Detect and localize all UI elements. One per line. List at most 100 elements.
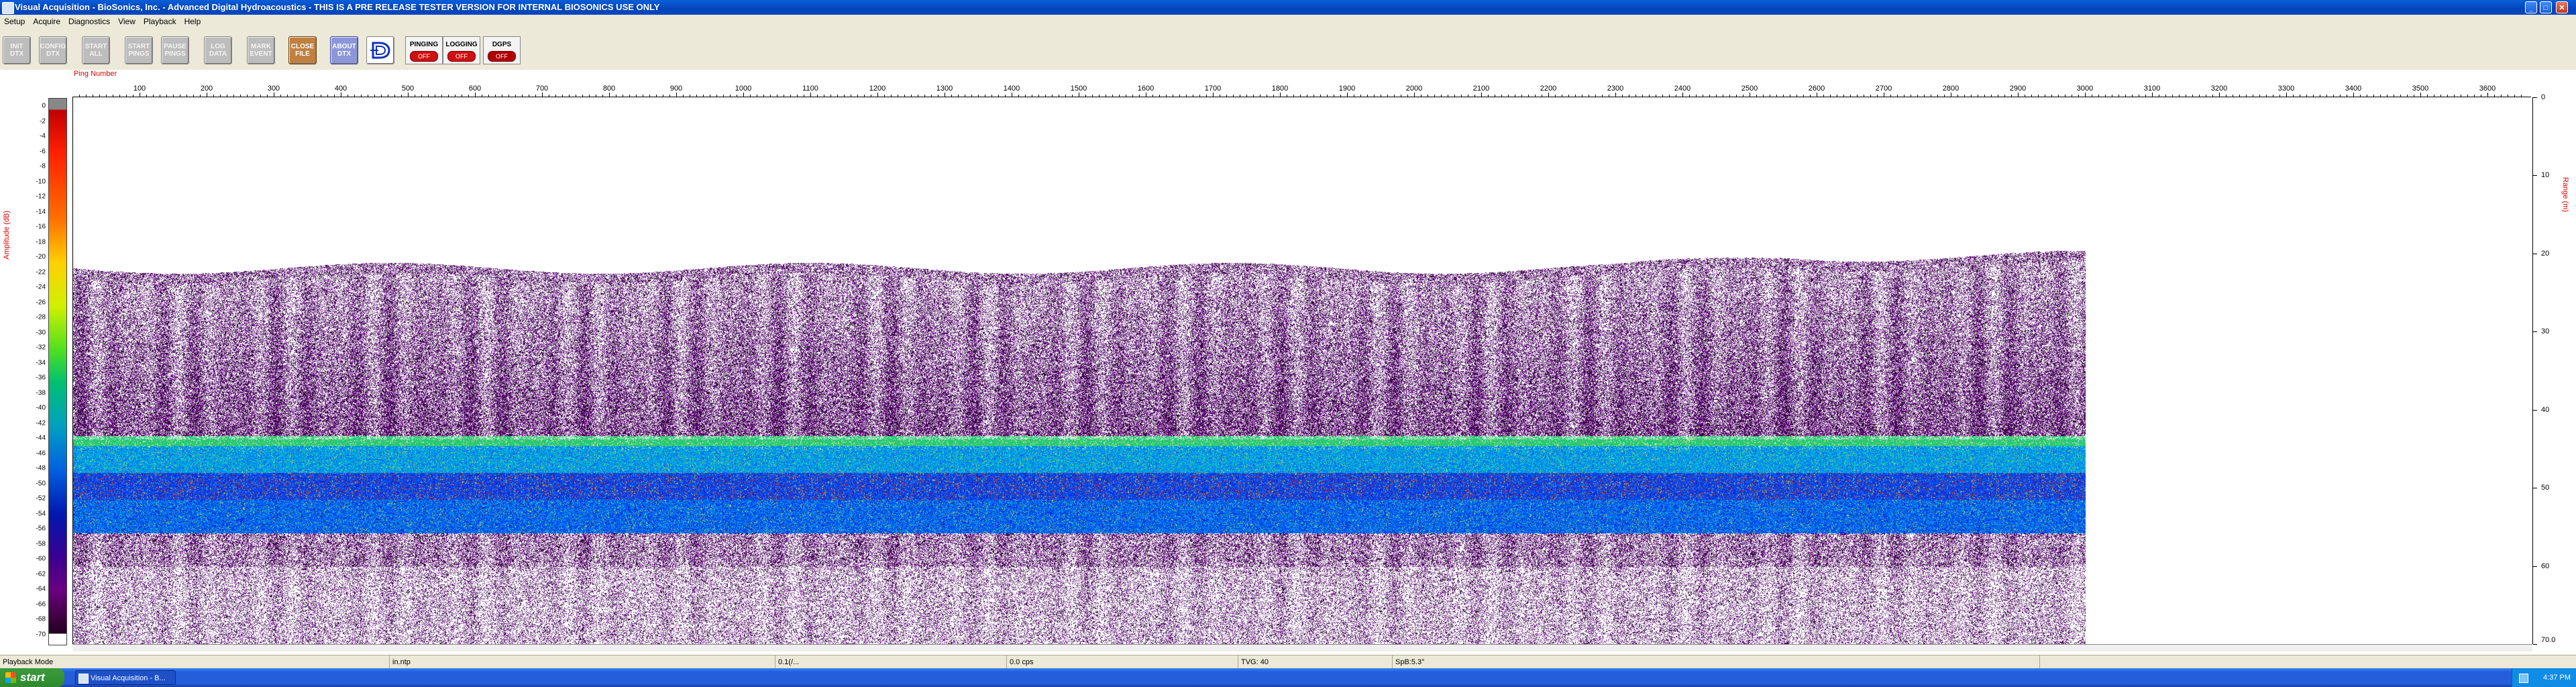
echogram-display[interactable]: [72, 97, 2532, 644]
menu-view[interactable]: View: [114, 15, 140, 28]
menu-acquire[interactable]: Acquire: [29, 15, 64, 28]
ping-minor-tick: [2373, 95, 2374, 97]
ping-minor-tick: [1535, 95, 1536, 97]
ping-minor-tick: [978, 95, 979, 97]
ping-minor-tick: [1984, 95, 1985, 97]
ping-minor-tick: [730, 95, 731, 97]
status-tvg: TVG: 40: [1238, 655, 1269, 669]
menu-playback[interactable]: Playback: [140, 15, 180, 28]
menu-setup[interactable]: Setup: [0, 15, 29, 28]
config-dtx-button[interactable]: CONFIG DTX: [39, 36, 67, 64]
network-icon[interactable]: [2519, 674, 2528, 683]
ping-minor-tick: [381, 95, 382, 97]
ping-minor-tick: [1830, 95, 1831, 97]
range-tick-label: 60: [2541, 562, 2550, 570]
start-pings-button[interactable]: START PINGS: [125, 36, 153, 64]
amplitude-tick-label: -68: [36, 615, 46, 623]
ping-minor-tick: [958, 95, 959, 97]
ping-minor-tick: [86, 95, 87, 97]
close-button[interactable]: ✕: [2556, 1, 2568, 13]
ping-minor-tick: [2266, 95, 2267, 97]
biosonics-logo-icon[interactable]: [366, 36, 394, 64]
ping-minor-tick: [2360, 95, 2361, 97]
biosonics-logo-svg: [370, 42, 390, 59]
amplitude-tick-label: -2: [40, 117, 46, 125]
range-tick-label: 50: [2541, 484, 2550, 492]
status-mode: Playback Mode: [3, 658, 54, 666]
ping-minor-tick: [2011, 95, 2012, 97]
log-data-button[interactable]: LOG DATA: [204, 36, 232, 64]
mark-event-button[interactable]: MARK EVENT: [247, 36, 275, 64]
ping-minor-tick: [877, 95, 878, 97]
ping-minor-tick: [1803, 95, 1804, 97]
ping-minor-tick: [2306, 95, 2307, 97]
init-dtx-button[interactable]: INIT DTX: [3, 36, 31, 64]
ping-minor-tick: [790, 95, 791, 97]
about-dtx-button[interactable]: ABOUT DTX: [330, 36, 358, 64]
ping-minor-tick: [924, 95, 925, 97]
ping-minor-tick: [1394, 95, 1395, 97]
ping-minor-tick: [1072, 95, 1073, 97]
ping-minor-tick: [2494, 95, 2495, 97]
pinging-status: PINGING OFF: [405, 36, 443, 64]
ping-tick-label: 2300: [1607, 85, 1624, 93]
start-all-button[interactable]: START ALL: [82, 36, 110, 64]
ping-minor-tick: [2004, 95, 2005, 97]
ping-minor-tick: [468, 95, 469, 97]
app-icon: [78, 674, 89, 684]
ping-tick-label: 1400: [1003, 85, 1020, 93]
ping-minor-tick: [186, 95, 187, 97]
ping-tick-label: 900: [669, 85, 683, 93]
ping-minor-tick: [173, 95, 174, 97]
ping-minor-tick: [2118, 95, 2119, 97]
ping-minor-tick: [1414, 95, 1415, 97]
ping-minor-tick: [1159, 95, 1160, 97]
ping-minor-tick: [1045, 95, 1046, 97]
close-file-button[interactable]: CLOSE FILE: [288, 36, 317, 64]
menu-diagnostics[interactable]: Diagnostics: [64, 15, 114, 28]
ping-minor-tick: [1937, 95, 1938, 97]
ping-minor-tick: [797, 95, 798, 97]
maximize-button[interactable]: □: [2540, 1, 2552, 13]
ping-tick-label: 3400: [2345, 85, 2362, 93]
ping-minor-tick: [2521, 95, 2522, 97]
minimize-button[interactable]: _: [2525, 1, 2537, 13]
ping-minor-tick: [2239, 95, 2240, 97]
ping-tick-label: 700: [535, 85, 549, 93]
start-button[interactable]: start: [0, 668, 64, 687]
logging-status: LOGGING OFF: [443, 36, 480, 64]
taskbar-item-visual-acquisition[interactable]: Visual Acquisition - B...: [75, 670, 176, 685]
ping-minor-tick: [1199, 95, 1200, 97]
horizontal-scrollbar[interactable]: [72, 644, 2532, 651]
ping-minor-tick: [2192, 95, 2193, 97]
ping-minor-tick: [347, 95, 348, 97]
clock: 4:37 PM: [2543, 674, 2571, 682]
ping-minor-tick: [669, 95, 670, 97]
ping-minor-tick: [200, 95, 201, 97]
ping-minor-tick: [2487, 95, 2488, 97]
ping-minor-tick: [401, 95, 402, 97]
amplitude-tick-label: -58: [36, 540, 46, 548]
ping-minor-tick: [314, 95, 315, 97]
ping-minor-tick: [126, 95, 127, 97]
status-file: in.ntp: [389, 655, 411, 669]
ping-minor-tick: [1387, 95, 1388, 97]
echogram-canvas[interactable]: [73, 97, 2532, 644]
ping-minor-tick: [884, 95, 885, 97]
pause-pings-button[interactable]: PAUSE PINGS: [161, 36, 189, 64]
ping-minor-tick: [508, 95, 509, 97]
pinging-indicator: OFF: [410, 51, 438, 62]
ping-tick-label: 2600: [1808, 85, 1825, 93]
ping-minor-tick: [1179, 95, 1180, 97]
logging-label: LOGGING: [445, 41, 478, 48]
ping-minor-tick: [408, 95, 409, 97]
ping-minor-tick: [2474, 95, 2475, 97]
menu-help[interactable]: Help: [180, 15, 205, 28]
ping-minor-tick: [683, 95, 684, 97]
ping-tick-label: 2000: [1405, 85, 1423, 93]
ping-minor-tick: [649, 95, 650, 97]
title-bar: Visual Acquisition - BioSonics, Inc. - A…: [0, 0, 2576, 15]
ping-minor-tick: [971, 95, 972, 97]
ping-minor-tick: [334, 95, 335, 97]
ping-minor-tick: [1273, 95, 1274, 97]
